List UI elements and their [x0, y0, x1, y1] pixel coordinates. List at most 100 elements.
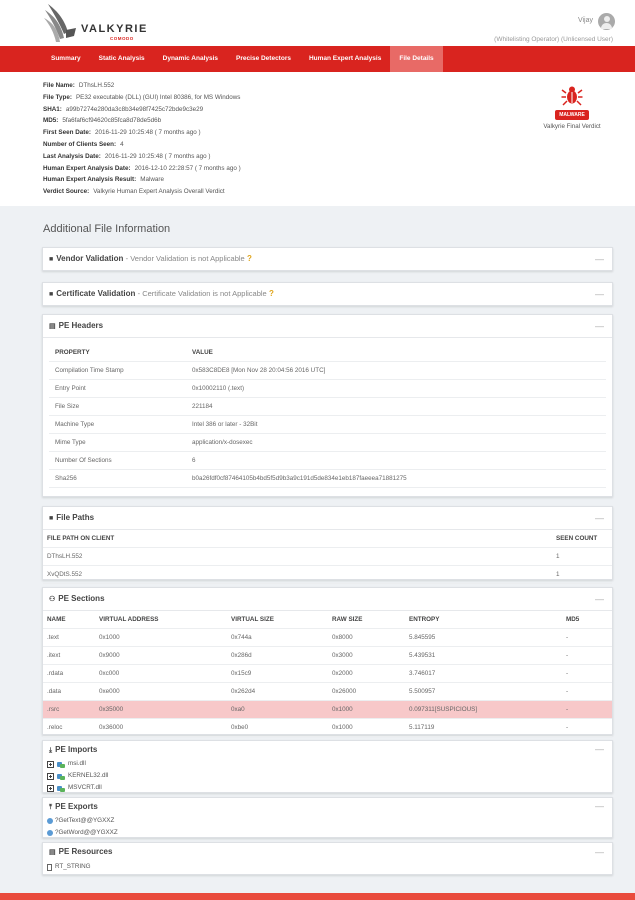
section-cell: 0x744a — [231, 634, 252, 641]
summary-row: Verdict Source: Valkyrie Human Expert Ana… — [43, 188, 635, 200]
file-icon: ▤ — [49, 323, 56, 330]
column-header: ENTROPY — [409, 616, 440, 623]
sitemap-icon: ⚇ — [49, 596, 56, 603]
tab-dynamic-analysis[interactable]: Dynamic Analysis — [154, 46, 227, 72]
summary-row: Human Expert Analysis Result: Malware — [43, 176, 635, 188]
section-cell: .data — [47, 688, 62, 695]
valkyrie-logo[interactable]: VALKYRIE COMODO — [42, 2, 152, 46]
tab-summary[interactable]: Summary — [42, 46, 90, 72]
section-title: Additional File Information — [43, 223, 171, 235]
logo-text: VALKYRIE — [81, 23, 148, 35]
table-row: Number Of Sections 6 — [49, 452, 606, 470]
file-paths-header[interactable]: ■ File Paths — — [43, 507, 612, 529]
summary-label: SHA1: — [43, 105, 62, 113]
dll-icon — [57, 761, 65, 768]
expand-icon[interactable] — [47, 772, 54, 780]
section-cell: 5.500957 — [409, 688, 436, 695]
folder-icon: ■ — [49, 256, 54, 263]
section-cell: 0x1000 — [332, 706, 353, 713]
property-cell: Mime Type — [55, 439, 86, 446]
section-cell: .text — [47, 634, 59, 641]
column-header: VIRTUAL ADDRESS — [99, 616, 159, 623]
table-row: Compilation Time Stamp 0x583C8DE8 [Mon No… — [49, 362, 606, 380]
import-name: KERNEL32.dll — [68, 772, 109, 779]
section-cell: 0xbe0 — [231, 724, 249, 731]
value-cell: Intel 386 or later - 32Bit — [192, 421, 258, 428]
certificate-validation-title: Certificate Validation — [56, 289, 136, 298]
section-cell: 0x1000 — [99, 634, 120, 641]
table-header: NAME VIRTUAL ADDRESS VIRTUAL SIZE RAW SIZE E… — [43, 611, 612, 629]
section-cell: - — [566, 670, 569, 677]
value-cell: b0a26fdf0cf87464105b4bd5f5d9b3a9c191d5de… — [192, 475, 407, 482]
property-cell: Compilation Time Stamp — [55, 367, 124, 374]
file-paths-panel: ■ File Paths — FILE PATH ON CLIENT SEEN C… — [42, 506, 613, 584]
list-item: ?GetText@@YGXXZ — [43, 815, 612, 827]
summary-label: First Seen Date: — [43, 129, 91, 137]
path-cell: XvQDtS.552 — [47, 571, 82, 578]
summary-value: 2016-11-29 10:25:48 ( 7 months ago ) — [104, 152, 211, 160]
value-cell: application/x-dosexec — [192, 439, 253, 446]
collapse-icon[interactable]: — — [595, 741, 604, 758]
section-cell: 0x2000 — [332, 670, 353, 677]
list-item[interactable]: KERNEL32.dll — [43, 770, 612, 782]
summary-label: Last Analysis Date: — [43, 152, 101, 160]
summary-label: Human Expert Analysis Date: — [43, 164, 131, 172]
count-cell: 1 — [556, 571, 560, 578]
summary-label: File Name: — [43, 82, 75, 89]
collapse-icon[interactable]: — — [595, 588, 604, 610]
final-verdict: MALWARE Valkyrie Final Verdict — [540, 84, 604, 130]
list-item[interactable]: msi.dll — [43, 758, 612, 770]
pe-imports-header[interactable]: ⤓ PE Imports — — [43, 741, 612, 758]
collapse-icon[interactable]: — — [595, 843, 604, 861]
count-cell: 1 — [556, 553, 560, 560]
section-cell: 0x15c9 — [231, 670, 252, 677]
collapse-icon[interactable]: — — [595, 315, 604, 337]
section-cell: 0x1000 — [332, 724, 353, 731]
pe-sections-panel: ⚇ PE Sections — NAME VIRTUAL ADDRESS VIRTUA… — [42, 587, 613, 737]
pe-resources-title: PE Resources — [58, 847, 113, 856]
pe-headers-header[interactable]: ▤ PE Headers — — [43, 315, 612, 337]
upload-icon: ⤒ — [49, 804, 53, 811]
pe-sections-title: PE Sections — [58, 594, 105, 603]
column-header: VIRTUAL SIZE — [231, 616, 274, 623]
user-name[interactable]: Vijay — [578, 17, 593, 24]
file-paths-title: File Paths — [56, 513, 95, 522]
pe-exports-header[interactable]: ⤒ PE Exports — — [43, 798, 612, 815]
section-cell: 0xe000 — [99, 688, 120, 695]
collapse-icon[interactable]: — — [595, 248, 604, 270]
tab-file-details[interactable]: File Details — [390, 46, 443, 72]
vendor-validation-title: Vendor Validation — [56, 254, 124, 263]
section-cell: .rsrc — [47, 706, 60, 713]
table-row: DThsLH.552 1 — [43, 548, 612, 566]
collapse-icon[interactable]: — — [595, 507, 604, 529]
summary-value: 2016-12-10 22:28:57 ( 7 months ago ) — [134, 164, 241, 172]
file-icon — [47, 863, 52, 871]
vendor-validation-header[interactable]: ■ Vendor Validation - Vendor Validation i… — [43, 248, 612, 270]
avatar-icon[interactable] — [598, 13, 615, 30]
help-icon[interactable]: ? — [269, 289, 274, 298]
tab-precise-detectors[interactable]: Precise Detectors — [227, 46, 300, 72]
file-paths-table: FILE PATH ON CLIENT SEEN COUNT DThsLH.55… — [43, 529, 612, 584]
tab-static-analysis[interactable]: Static Analysis — [90, 46, 154, 72]
expand-icon[interactable] — [47, 784, 54, 792]
dll-icon — [57, 773, 65, 780]
table-header: FILE PATH ON CLIENT SEEN COUNT — [43, 530, 612, 548]
pe-resources-header[interactable]: ▤ PE Resources — — [43, 843, 612, 861]
expand-icon[interactable] — [47, 760, 54, 768]
collapse-icon[interactable]: — — [595, 283, 604, 305]
table-row: File Size 221184 — [49, 398, 606, 416]
help-icon[interactable]: ? — [247, 254, 252, 263]
pe-sections-header[interactable]: ⚇ PE Sections — — [43, 588, 612, 610]
list-item[interactable]: MSVCRT.dll — [43, 782, 612, 794]
tab-human-expert-analysis[interactable]: Human Expert Analysis — [300, 46, 390, 72]
certificate-validation-header[interactable]: ■ Certificate Validation - Certificate Va… — [43, 283, 612, 305]
table-row: .data 0xe000 0x262d4 0x26000 5.500957 - — [43, 683, 612, 701]
column-header: NAME — [47, 616, 66, 623]
summary-label: MD5: — [43, 117, 59, 125]
table-header: PROPERTY VALUE — [49, 344, 606, 362]
summary-row: First Seen Date: 2016-11-29 10:25:48 ( 7 … — [43, 129, 635, 141]
section-cell: - — [566, 634, 569, 641]
collapse-icon[interactable]: — — [595, 798, 604, 815]
summary-value: PE32 executable (DLL) (GUI) Intel 80386,… — [75, 93, 241, 101]
section-cell: 0x262d4 — [231, 688, 256, 695]
